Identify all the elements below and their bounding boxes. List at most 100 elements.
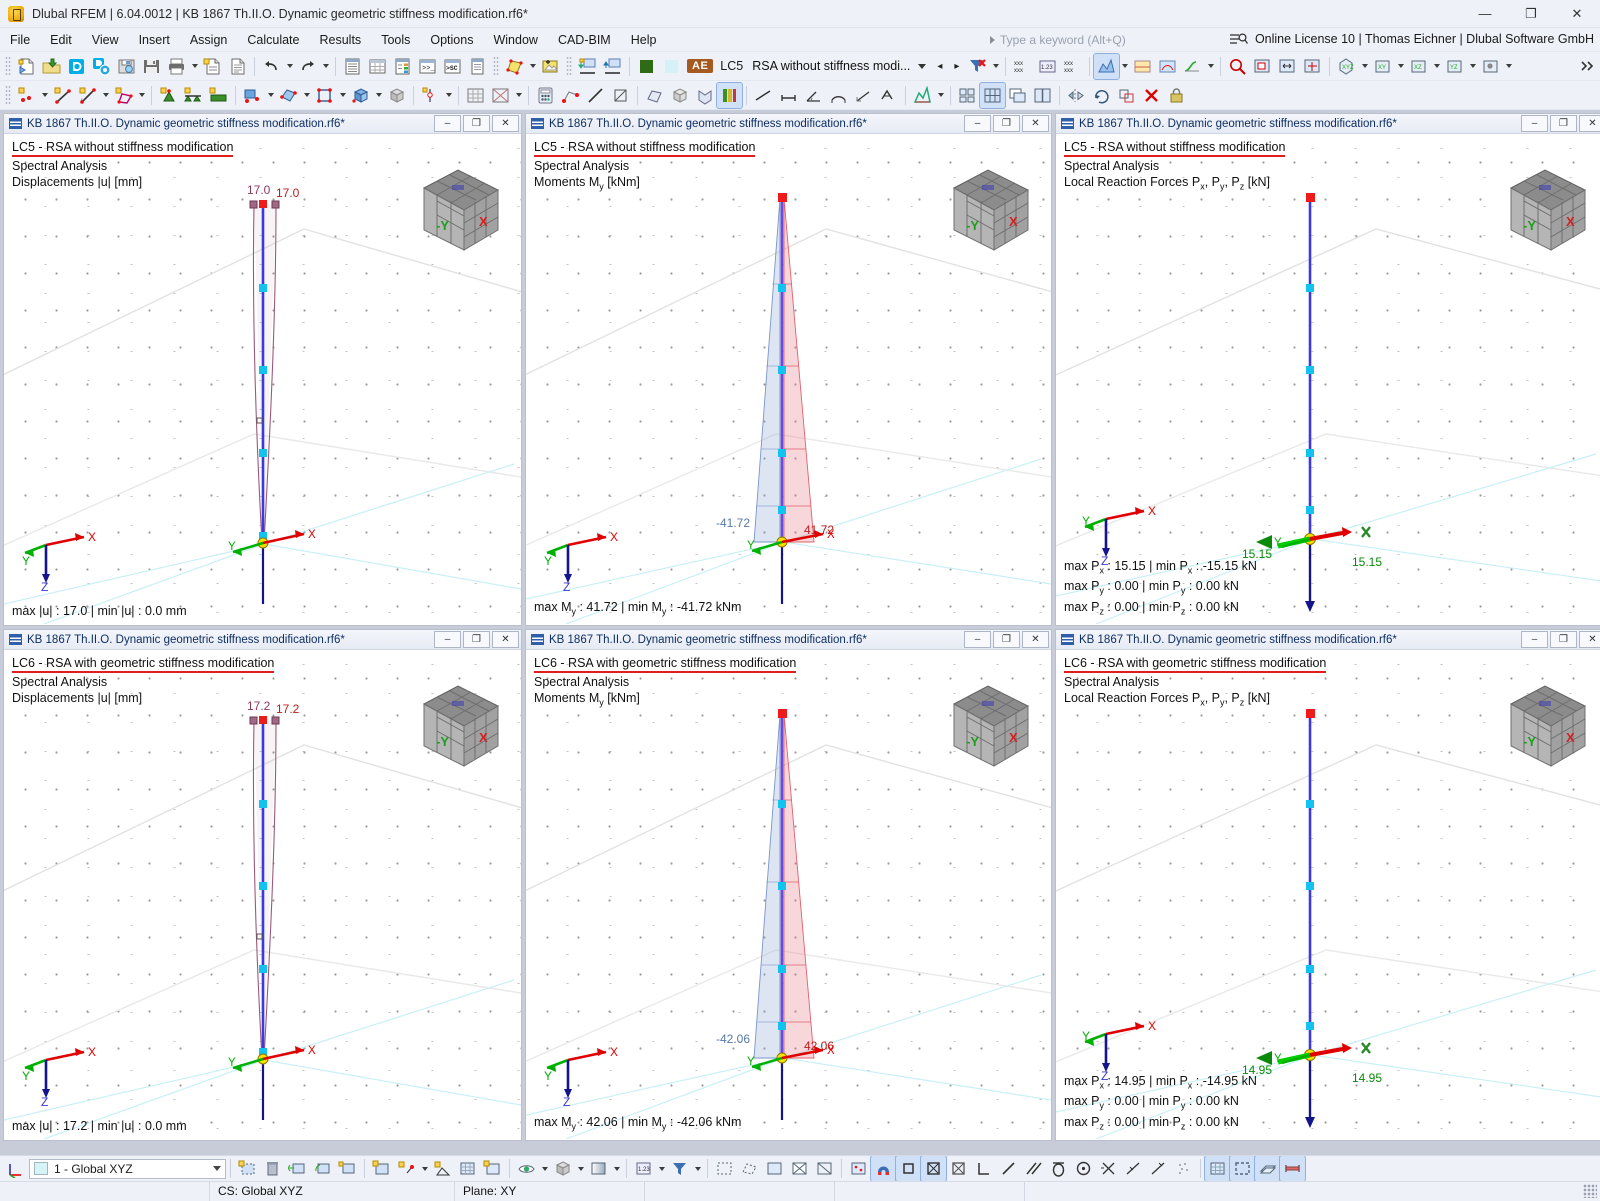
toolbar-grip[interactable] — [566, 56, 572, 76]
viewport-4-restore[interactable]: ❐ — [463, 631, 490, 648]
coordinate-system-icon[interactable] — [4, 1156, 29, 1181]
export-icon[interactable] — [600, 54, 625, 79]
zoom-fit-icon[interactable] — [1275, 54, 1300, 79]
results-values-dropdown-icon[interactable] — [656, 1156, 667, 1181]
navigation-cube[interactable]: -Y X — [936, 160, 1039, 260]
viewport-4-minimize[interactable]: – — [434, 631, 461, 648]
menu-item-file[interactable]: File — [0, 30, 40, 50]
node-snap-icon[interactable] — [558, 83, 583, 108]
view-xz-icon[interactable]: XZ — [1406, 54, 1431, 79]
mesh-icon[interactable] — [463, 83, 488, 108]
release-icon[interactable] — [418, 83, 443, 108]
load-free-icon[interactable] — [276, 83, 301, 108]
result-filter-dropdown-icon[interactable] — [692, 1156, 703, 1181]
results-chart-icon[interactable] — [910, 83, 935, 108]
viewport-2-restore[interactable]: ❐ — [993, 115, 1020, 132]
viewport-window-5[interactable]: KB 1867 Th.II.O. Dynamic geometric stiff… — [525, 629, 1052, 1141]
open-folder-icon[interactable] — [39, 54, 64, 79]
new-member-dropdown-icon[interactable] — [100, 83, 111, 108]
viewport-1-restore[interactable]: ❐ — [463, 115, 490, 132]
new-file-icon[interactable] — [14, 54, 39, 79]
zoom-icon[interactable] — [1225, 54, 1250, 79]
viewport-window-2[interactable]: KB 1867 Th.II.O. Dynamic geometric stiff… — [525, 113, 1052, 626]
results-values-icon[interactable]: 1.23 — [1035, 54, 1060, 79]
dlubal-center-icon[interactable] — [64, 54, 89, 79]
view-settings-dropdown-icon[interactable] — [1503, 54, 1514, 79]
viewport-4-canvas[interactable]: 17.2 17.2 X Y LC6 - RSA with geometric s… — [4, 650, 521, 1140]
show-section-icon[interactable] — [1279, 1156, 1306, 1181]
view-xy-dropdown-icon[interactable] — [1395, 54, 1406, 79]
viewport-3-title-bar[interactable]: KB 1867 Th.II.O. Dynamic geometric stiff… — [1056, 114, 1600, 134]
move-workplane-icon[interactable] — [285, 1156, 310, 1181]
solid-tool-icon[interactable] — [667, 83, 692, 108]
viewport-6-title-bar[interactable]: KB 1867 Th.II.O. Dynamic geometric stiff… — [1056, 630, 1600, 650]
angle-snap-icon[interactable] — [430, 1156, 455, 1181]
load-solid-icon[interactable] — [348, 83, 373, 108]
save-icon[interactable] — [139, 54, 164, 79]
solid-object-icon[interactable] — [384, 83, 409, 108]
new-surface-icon[interactable] — [111, 83, 136, 108]
shading-dropdown-icon[interactable] — [611, 1156, 622, 1181]
select-all-icon[interactable] — [762, 1156, 787, 1181]
window-split-icon[interactable] — [1030, 83, 1055, 108]
viewport-5-minimize[interactable]: – — [964, 631, 991, 648]
save-as-icon[interactable] — [114, 54, 139, 79]
grid-config-icon[interactable] — [480, 1156, 505, 1181]
view-yz-icon[interactable]: YZ — [1442, 54, 1467, 79]
results-chart-dropdown-icon[interactable] — [935, 83, 946, 108]
viewport-1-minimize[interactable]: – — [434, 115, 461, 132]
visibility-dropdown-icon[interactable] — [539, 1156, 550, 1181]
menu-item-insert[interactable]: Insert — [129, 30, 180, 50]
tangent-snap-icon[interactable] — [1046, 1156, 1071, 1181]
redo-icon[interactable] — [295, 54, 320, 79]
center-snap-icon[interactable] — [1071, 1156, 1096, 1181]
view-xz-dropdown-icon[interactable] — [1431, 54, 1442, 79]
results-diagram-icon[interactable] — [1093, 52, 1121, 80]
load-area-icon[interactable] — [312, 83, 337, 108]
search-box[interactable]: Type a keyword (Alt+Q) — [990, 31, 1225, 49]
mirror-icon[interactable] — [1064, 83, 1089, 108]
ortho-icon[interactable] — [895, 1156, 922, 1181]
delete-workplane-icon[interactable] — [260, 1156, 285, 1181]
viewport-1-close[interactable]: ✕ — [492, 115, 519, 132]
section-dropdown-icon[interactable] — [527, 54, 538, 79]
viewport-5-close[interactable]: ✕ — [1022, 631, 1049, 648]
show-boundary-icon[interactable] — [1229, 1156, 1256, 1181]
viewport-4-title-bar[interactable]: KB 1867 Th.II.O. Dynamic geometric stiff… — [4, 630, 521, 650]
table-detail-icon[interactable] — [465, 54, 490, 79]
menu-item-tools[interactable]: Tools — [371, 30, 420, 50]
object-snap-icon[interactable] — [394, 1156, 419, 1181]
undo-icon[interactable] — [259, 54, 284, 79]
new-surface-dropdown-icon[interactable] — [136, 83, 147, 108]
menu-item-results[interactable]: Results — [310, 30, 372, 50]
viewport-4-close[interactable]: ✕ — [492, 631, 519, 648]
surface-support-icon[interactable] — [206, 83, 231, 108]
pan-icon[interactable] — [1300, 54, 1325, 79]
grid-snap-icon[interactable] — [369, 1156, 394, 1181]
viewport-2-title-bar[interactable]: KB 1867 Th.II.O. Dynamic geometric stiff… — [526, 114, 1051, 134]
viewport-window-6[interactable]: KB 1867 Th.II.O. Dynamic geometric stiff… — [1055, 629, 1600, 1141]
view-xy-icon[interactable]: XY — [1370, 54, 1395, 79]
document-icon[interactable] — [225, 54, 250, 79]
viewport-2-canvas[interactable]: -41.72 41.72 X Y LC5 - RSA without stiff… — [526, 134, 1051, 625]
navigation-cube[interactable]: -Y X — [1493, 160, 1596, 260]
select-rect-icon[interactable] — [712, 1156, 737, 1181]
viewport-6-canvas[interactable]: 14.95 14.95 Y LC6 - RSA with geometric s… — [1056, 650, 1600, 1140]
parallel-snap-icon[interactable] — [1021, 1156, 1046, 1181]
search-list-icon[interactable] — [1230, 32, 1248, 46]
window-maximize-button[interactable]: ❐ — [1508, 0, 1554, 28]
viewport-window-1[interactable]: KB 1867 Th.II.O. Dynamic geometric stiff… — [3, 113, 522, 626]
import-icon[interactable] — [575, 54, 600, 79]
delete-icon[interactable] — [1139, 83, 1164, 108]
calculate-icon[interactable] — [533, 83, 558, 108]
rotate-workplane-icon[interactable] — [310, 1156, 335, 1181]
viewport-5-canvas[interactable]: -42.06 42.06 X Y LC6 - RSA with geometri… — [526, 650, 1051, 1140]
menu-item-edit[interactable]: Edit — [40, 30, 82, 50]
navigation-cube[interactable]: -Y X — [936, 676, 1039, 776]
object-snap-toggle-icon[interactable] — [946, 1156, 971, 1181]
member-tool-icon[interactable] — [608, 83, 633, 108]
select-invert-icon[interactable] — [787, 1156, 812, 1181]
viewport-3-restore[interactable]: ❐ — [1550, 115, 1577, 132]
viewport-1-title-bar[interactable]: KB 1867 Th.II.O. Dynamic geometric stiff… — [4, 114, 521, 134]
new-member-icon[interactable]: I — [75, 83, 100, 108]
